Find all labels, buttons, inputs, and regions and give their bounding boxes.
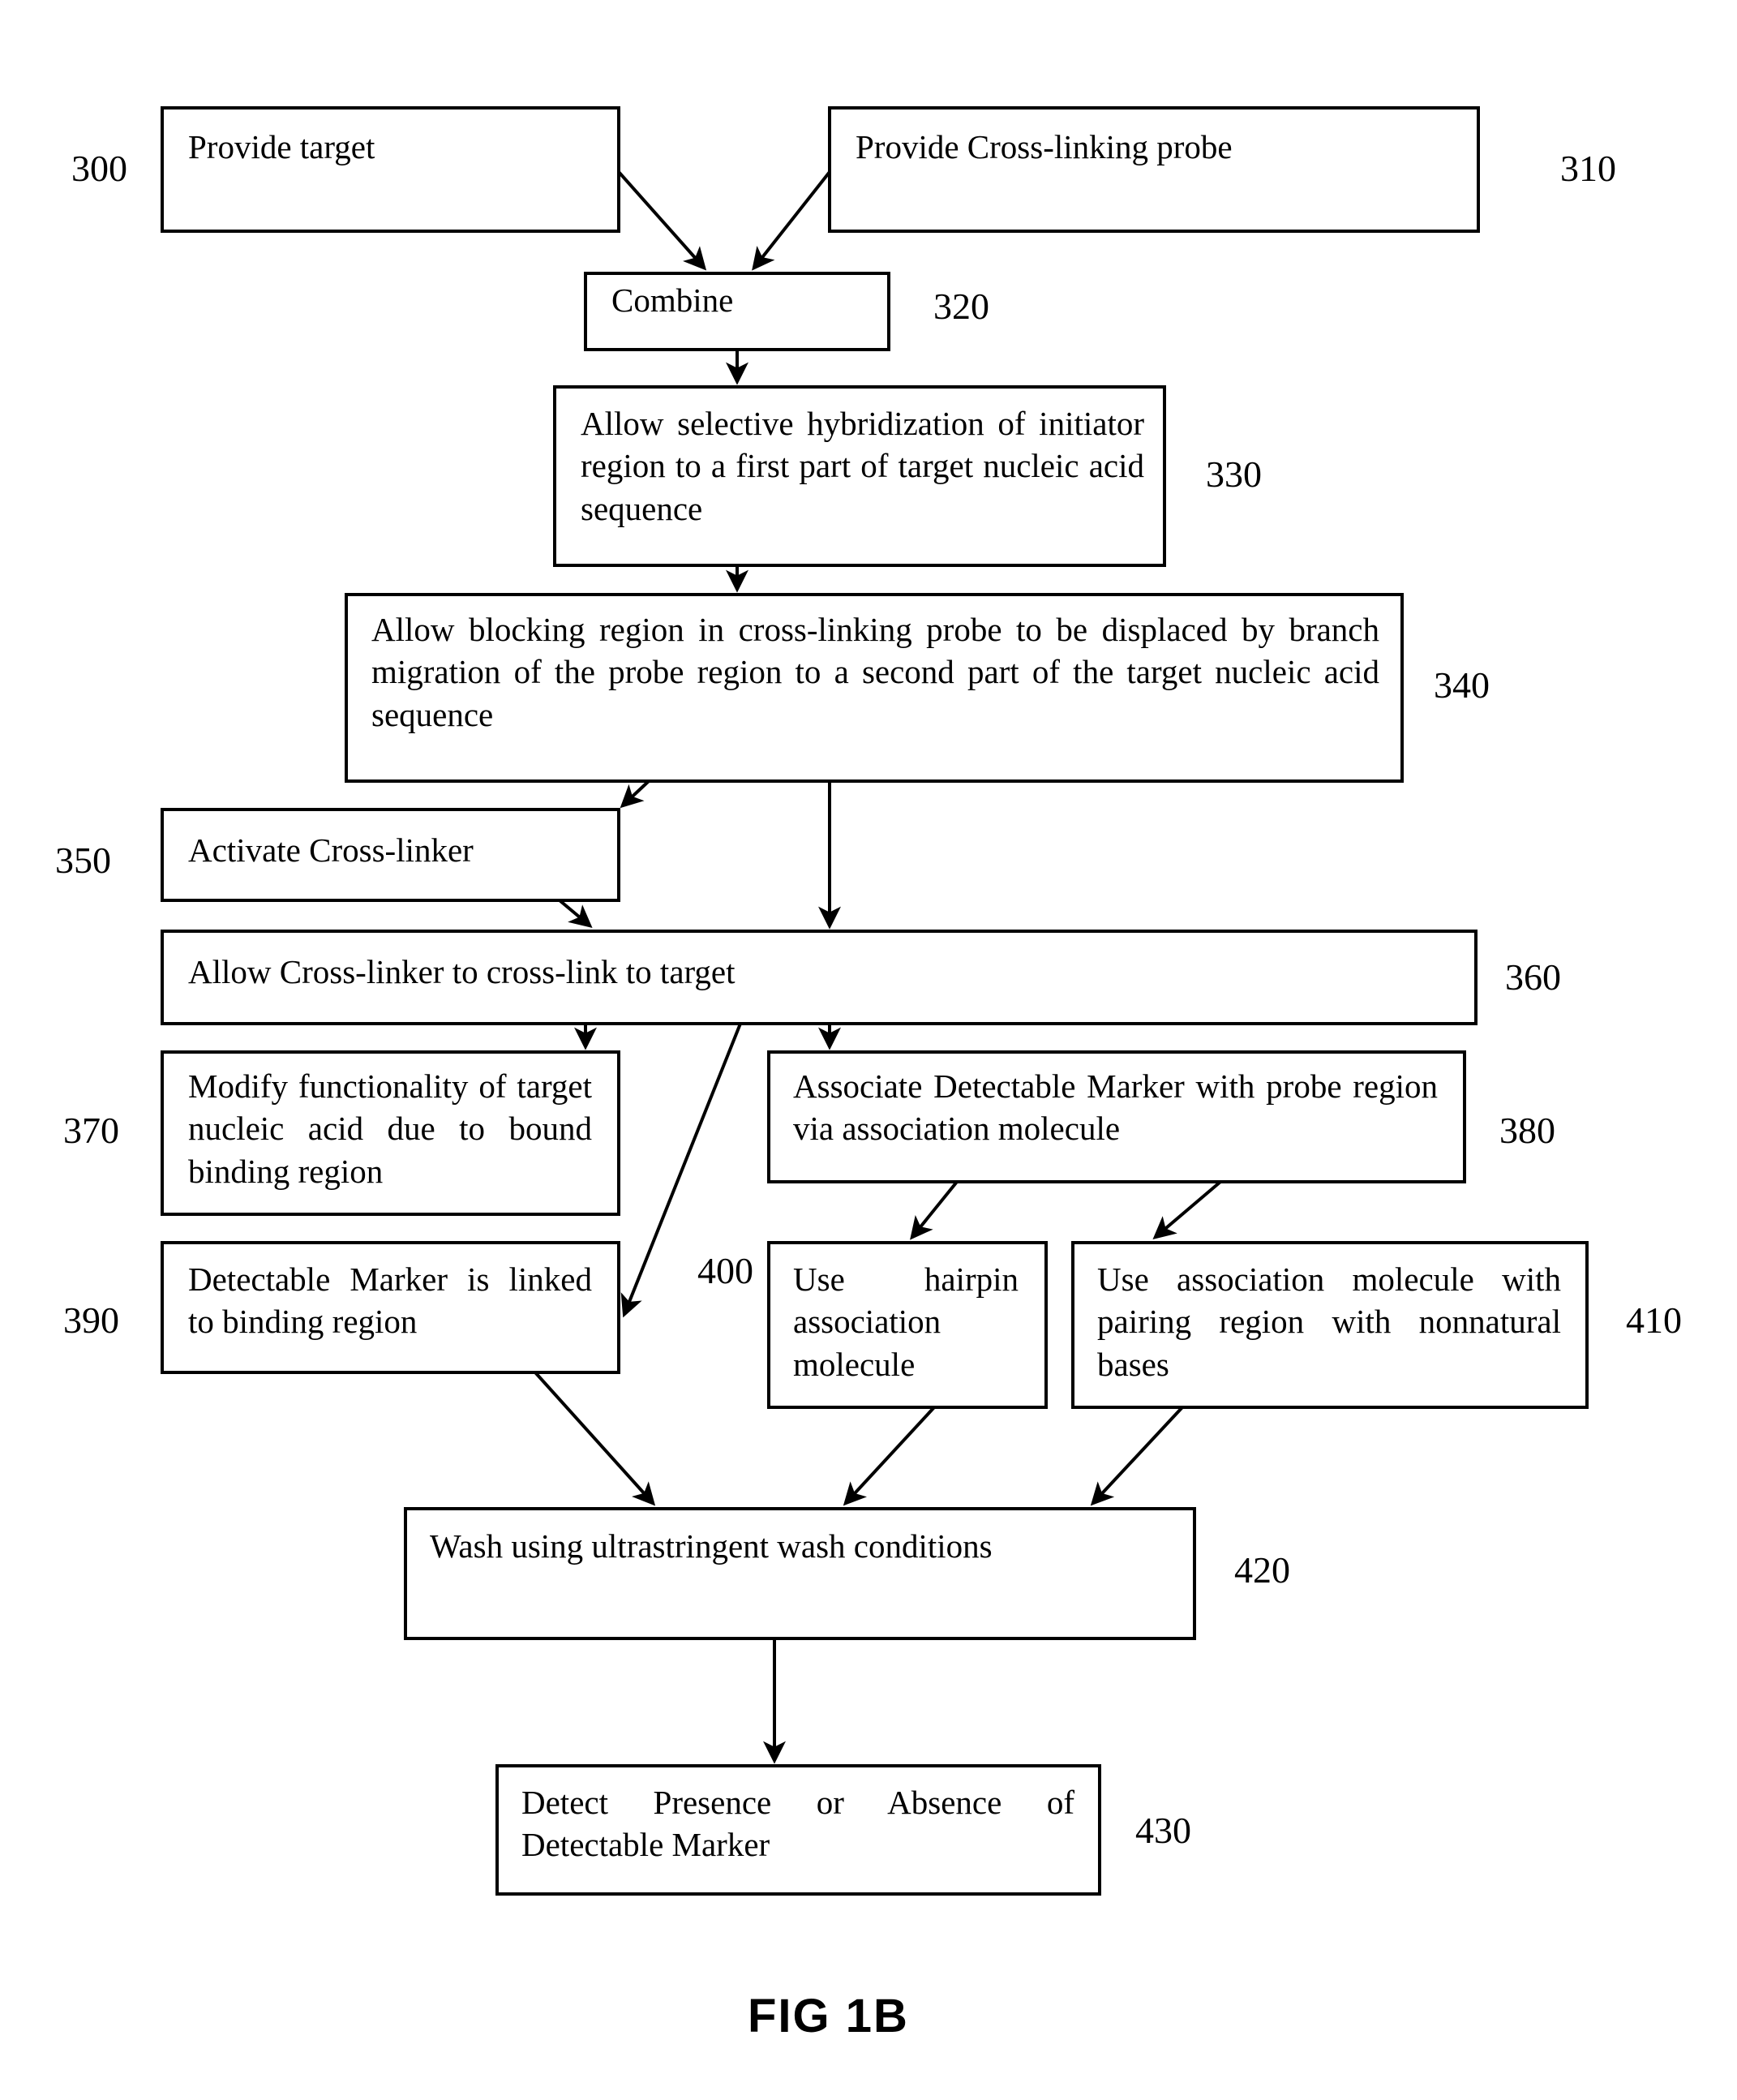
ref-number-300: 300 — [71, 148, 127, 189]
ref-number-350: 350 — [55, 840, 111, 881]
ref-number-430: 430 — [1135, 1810, 1191, 1851]
node-label-430: Detect Presence or Absence of Detectable… — [521, 1784, 1074, 1864]
connector-380-to-400 — [910, 1180, 959, 1240]
node-label-380: Associate Detectable Marker with probe r… — [793, 1067, 1438, 1148]
node-label-310: Provide Cross-linking probe — [856, 128, 1233, 165]
ref-number-320: 320 — [933, 286, 989, 327]
node-label-360: Allow Cross-linker to cross-link to targ… — [188, 953, 736, 990]
ref-number-420: 420 — [1234, 1549, 1290, 1591]
connector-400-to-420 — [843, 1406, 936, 1506]
node-label-420: Wash using ultrastringent wash condition… — [430, 1527, 993, 1565]
connector-410-to-420 — [1090, 1406, 1184, 1506]
ref-number-360: 360 — [1505, 956, 1561, 998]
ref-number-390: 390 — [63, 1299, 119, 1341]
ref-number-330: 330 — [1206, 453, 1262, 495]
node-label-340: Allow blocking region in cross-linking p… — [371, 611, 1379, 733]
connector-340-to-350 — [620, 779, 650, 809]
ref-number-310: 310 — [1560, 148, 1616, 189]
ref-number-400: 400 — [697, 1250, 753, 1291]
ref-number-370: 370 — [63, 1110, 119, 1151]
connector-310-to-320 — [752, 170, 831, 271]
ref-number-410: 410 — [1626, 1299, 1682, 1341]
ref-number-380: 380 — [1499, 1110, 1555, 1151]
node-label-350: Activate Cross-linker — [188, 831, 474, 869]
patent-figure-1b: Provide target Provide Cross-linking pro… — [0, 0, 1737, 2100]
connector-390-to-420 — [534, 1371, 656, 1506]
connector-350-to-360 — [558, 899, 593, 928]
connector-300-to-320 — [617, 170, 707, 271]
node-label-330: Allow selective hybridization of initiat… — [581, 405, 1144, 527]
figure-caption: FIG 1B — [748, 1990, 909, 2042]
node-label-400: Use hairpin association molecule — [793, 1260, 1019, 1383]
connector-380-to-410 — [1152, 1180, 1222, 1240]
node-label-410: Use association molecule with pairing re… — [1097, 1260, 1561, 1383]
node-label-370: Modify functionality of target nucleic a… — [188, 1067, 592, 1190]
node-label-300: Provide target — [188, 128, 375, 165]
node-label-320: Combine — [611, 281, 734, 319]
ref-number-340: 340 — [1434, 664, 1490, 706]
node-label-390: Detectable Marker is linked to binding r… — [188, 1260, 592, 1341]
